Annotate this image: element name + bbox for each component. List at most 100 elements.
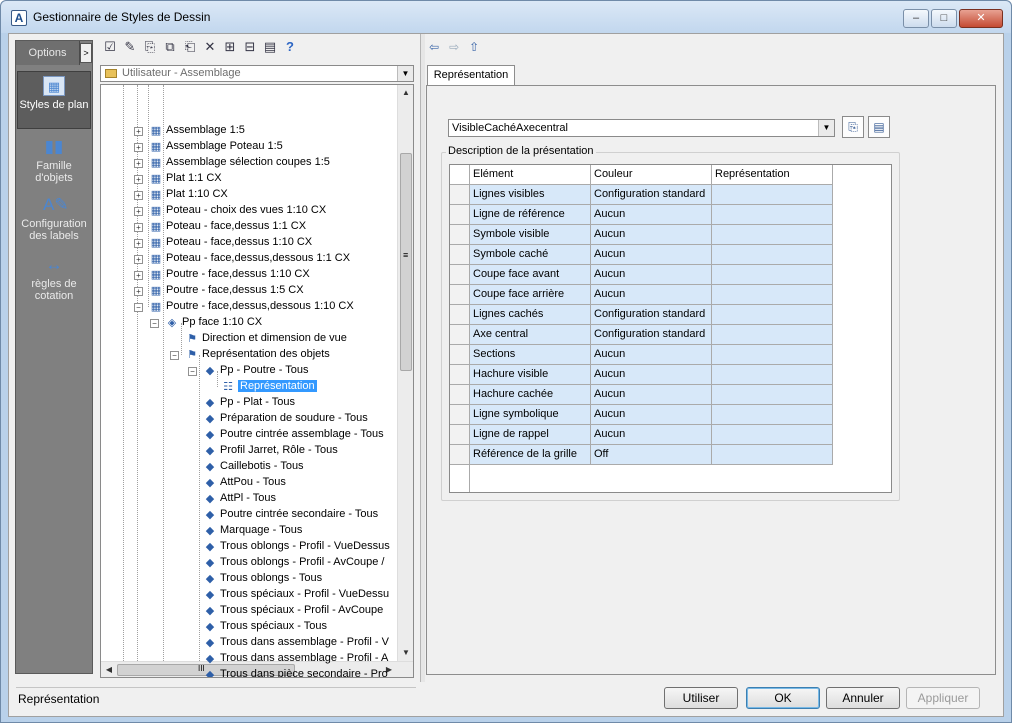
scroll-down-arrow[interactable]: ▼ — [398, 645, 413, 661]
tree-node[interactable]: ◆ Trous oblongs - Profil - VueDessus — [101, 539, 397, 555]
representation-cell[interactable] — [712, 345, 833, 365]
representation-cell[interactable] — [712, 385, 833, 405]
tree-node[interactable]: − ◆ Pp - Poutre - Tous — [101, 363, 397, 379]
collapse-icon[interactable]: − — [134, 303, 143, 312]
element-cell[interactable]: Hachure visible — [470, 365, 591, 385]
style-source-combo[interactable]: Utilisateur - Assemblage ▼ — [100, 65, 414, 82]
expand-icon[interactable]: + — [134, 207, 143, 216]
tree-node[interactable]: ◆ Trous oblongs - Tous — [101, 571, 397, 587]
representation-cell[interactable] — [712, 305, 833, 325]
back-arrow-icon[interactable]: ⇦ — [429, 40, 439, 54]
tree-node[interactable]: − ⚑ Représentation des objets — [101, 347, 397, 363]
grid-column-header[interactable]: Elément — [470, 165, 591, 185]
row-header[interactable] — [450, 205, 470, 225]
row-header[interactable] — [450, 345, 470, 365]
nav-famille-objets[interactable]: ▮▮ Famille d'objets — [17, 133, 91, 185]
representation-cell[interactable] — [712, 225, 833, 245]
ok-button[interactable]: OK — [746, 687, 820, 709]
element-cell[interactable]: Hachure cachée — [470, 385, 591, 405]
row-header[interactable] — [450, 425, 470, 445]
element-cell[interactable]: Ligne de rappel — [470, 425, 591, 445]
pane-splitter[interactable] — [420, 34, 425, 682]
tree-node[interactable]: ◆ Trous spéciaux - Profil - AvCoupe — [101, 603, 397, 619]
tree-vertical-scrollbar[interactable]: ▲ ≡ ▼ — [397, 85, 413, 661]
grid-column-header[interactable]: Représentation — [712, 165, 833, 185]
expand-icon[interactable]: + — [134, 271, 143, 280]
expand-icon[interactable]: + — [134, 287, 143, 296]
tree-node[interactable]: − ▦ Poutre - face,dessus,dessous 1:10 CX — [101, 299, 397, 315]
nav-regles-cotation[interactable]: ↔ règles de cotation — [17, 251, 91, 309]
color-cell[interactable]: Off — [591, 445, 712, 465]
expand-icon[interactable]: + — [134, 143, 143, 152]
representation-cell[interactable] — [712, 365, 833, 385]
element-cell[interactable]: Axe central — [470, 325, 591, 345]
paste-icon[interactable]: ⎗ — [181, 38, 199, 56]
up-arrow-icon[interactable]: ⇧ — [469, 40, 479, 54]
tree-node[interactable]: ◆ Trous dans assemblage - Profil - V — [101, 635, 397, 651]
element-cell[interactable]: Ligne de référence — [470, 205, 591, 225]
row-header[interactable] — [450, 265, 470, 285]
collapse-icon[interactable]: − — [170, 351, 179, 360]
tree-node[interactable]: ◆ Pp - Plat - Tous — [101, 395, 397, 411]
tree-node[interactable]: ◆ Poutre cintrée assemblage - Tous — [101, 427, 397, 443]
representation-cell[interactable] — [712, 205, 833, 225]
row-header[interactable] — [450, 325, 470, 345]
maximize-button[interactable]: □ — [931, 9, 957, 28]
chevron-down-icon[interactable]: ▼ — [397, 66, 413, 81]
representation-cell[interactable] — [712, 285, 833, 305]
tree-node[interactable]: + ▦ Poutre - face,dessus 1:10 CX — [101, 267, 397, 283]
element-cell[interactable]: Coupe face arrière — [470, 285, 591, 305]
tree-node[interactable]: ◆ Trous spéciaux - Tous — [101, 619, 397, 635]
tree-node[interactable]: ◆ Trous dans pièce secondaire - Pro — [101, 667, 397, 677]
close-button[interactable]: ✕ — [959, 9, 1003, 28]
delete-icon[interactable]: ✕ — [201, 38, 219, 56]
tree-node[interactable]: + ▦ Plat 1:1 CX — [101, 171, 397, 187]
color-cell[interactable]: Aucun — [591, 405, 712, 425]
representation-cell[interactable] — [712, 245, 833, 265]
tree-node[interactable]: ◆ Profil Jarret, Rôle - Tous — [101, 443, 397, 459]
element-cell[interactable]: Lignes visibles — [470, 185, 591, 205]
color-cell[interactable]: Aucun — [591, 265, 712, 285]
expand-icon[interactable]: + — [134, 175, 143, 184]
new-presentation-button[interactable]: ⎘ — [842, 116, 864, 138]
expand-icon[interactable]: + — [134, 159, 143, 168]
tab-representation[interactable]: Représentation — [427, 65, 515, 86]
row-header[interactable] — [450, 285, 470, 305]
tree-node[interactable]: + ▦ Poteau - face,dessus 1:1 CX — [101, 219, 397, 235]
element-cell[interactable]: Lignes cachés — [470, 305, 591, 325]
tree-node[interactable]: ◆ Trous spéciaux - Profil - VueDessu — [101, 587, 397, 603]
presentation-properties-button[interactable]: ▤ — [868, 116, 890, 138]
collapse-icon[interactable]: − — [150, 319, 159, 328]
expand-icon[interactable]: + — [134, 223, 143, 232]
color-cell[interactable]: Aucun — [591, 385, 712, 405]
element-cell[interactable]: Sections — [470, 345, 591, 365]
tree-node[interactable]: ◆ Préparation de soudure - Tous — [101, 411, 397, 427]
tree-node[interactable]: ◆ AttPl - Tous — [101, 491, 397, 507]
nav-configuration-labels[interactable]: A✎ Configuration des labels — [17, 191, 91, 249]
cancel-button[interactable]: Annuler — [826, 687, 900, 709]
expand-icon[interactable]: + — [134, 191, 143, 200]
row-header[interactable] — [450, 445, 470, 465]
tree-node[interactable]: + ▦ Assemblage sélection coupes 1:5 — [101, 155, 397, 171]
scroll-thumb[interactable]: ≡ — [400, 153, 412, 371]
color-cell[interactable]: Configuration standard — [591, 305, 712, 325]
element-cell[interactable]: Ligne symbolique — [470, 405, 591, 425]
apply-button[interactable]: Appliquer — [906, 687, 980, 709]
forward-arrow-icon[interactable]: ⇨ — [449, 40, 459, 54]
representation-cell[interactable] — [712, 425, 833, 445]
row-header[interactable] — [450, 185, 470, 205]
tree-node[interactable]: + ▦ Plat 1:10 CX — [101, 187, 397, 203]
representation-cell[interactable] — [712, 405, 833, 425]
row-header[interactable] — [450, 245, 470, 265]
row-header[interactable] — [450, 385, 470, 405]
tree-node[interactable]: ◆ AttPou - Tous — [101, 475, 397, 491]
expand-icon[interactable]: + — [134, 239, 143, 248]
row-header[interactable] — [450, 225, 470, 245]
tree-node[interactable]: + ▦ Poteau - face,dessus 1:10 CX — [101, 235, 397, 251]
nav-styles-de-plan[interactable]: ▦ Styles de plan — [17, 71, 91, 129]
tree-node[interactable]: ⚑ Direction et dimension de vue — [101, 331, 397, 347]
tree-node[interactable]: + ▦ Poteau - choix des vues 1:10 CX — [101, 203, 397, 219]
new-icon[interactable]: ⎘ — [141, 38, 159, 56]
color-cell[interactable]: Aucun — [591, 225, 712, 245]
color-cell[interactable]: Aucun — [591, 205, 712, 225]
